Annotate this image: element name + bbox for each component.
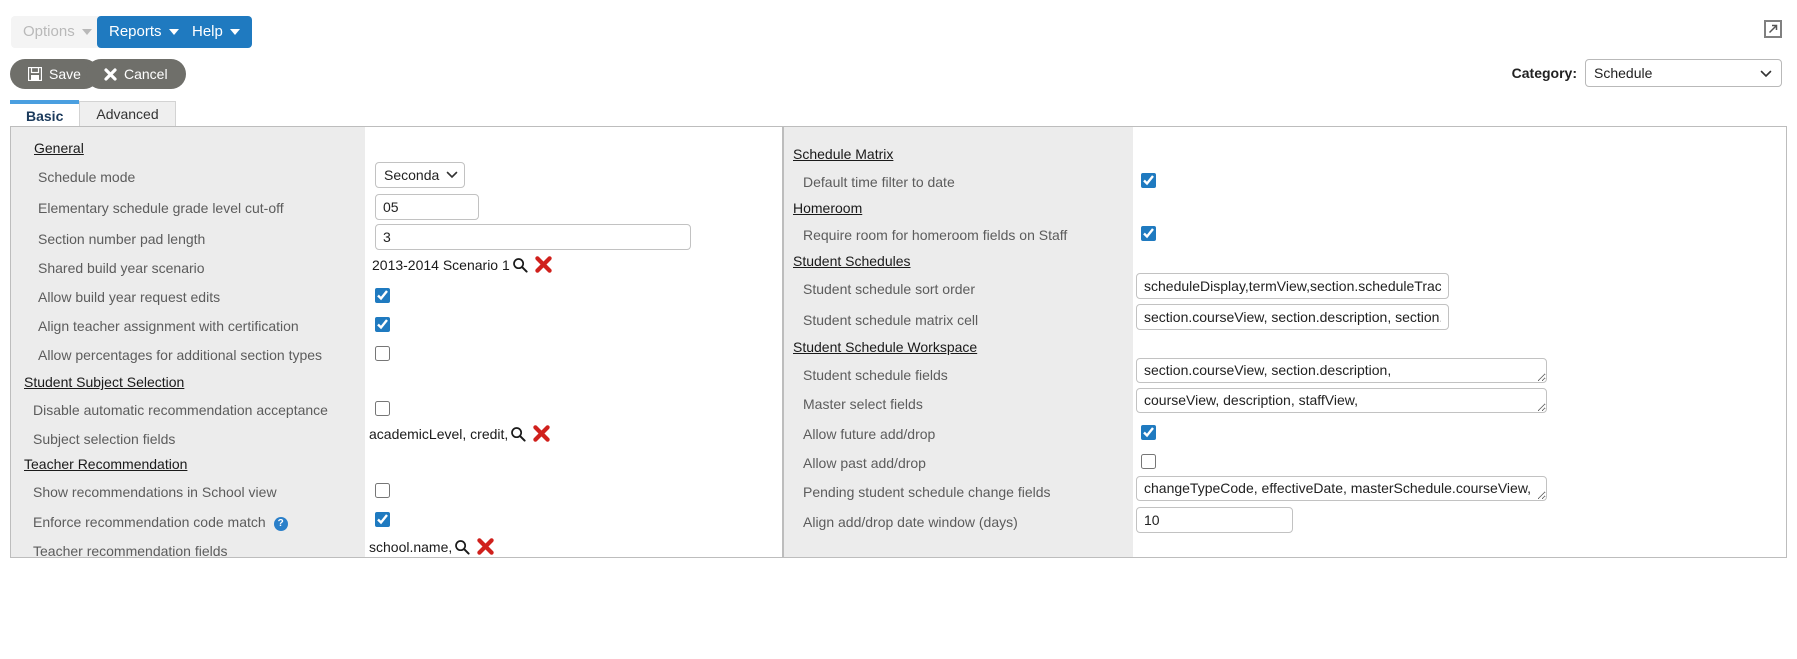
- row-label-align-teacher-assignment: Align teacher assignment with certificat…: [38, 318, 299, 334]
- schedule-mode-select[interactable]: Secondary: [375, 162, 465, 188]
- chevron-down-icon: [168, 29, 179, 35]
- options-menu-button[interactable]: Options: [11, 16, 104, 48]
- remove-x-icon[interactable]: [534, 255, 553, 274]
- help-menu-button[interactable]: Help: [180, 16, 252, 48]
- align-teacher-assignment-checkbox[interactable]: [375, 317, 390, 332]
- tab-advanced[interactable]: Advanced: [79, 101, 176, 126]
- subject-selection-fields-value: academicLevel, credit,: [369, 425, 509, 442]
- category-select[interactable]: Schedule: [1585, 59, 1782, 87]
- row-label-align-add-drop-date-window: Align add/drop date window (days): [803, 514, 1018, 530]
- category-control: Category: Schedule: [1512, 59, 1782, 87]
- close-x-icon: [104, 67, 117, 81]
- enforce-recommendation-code-match-checkbox[interactable]: [375, 512, 390, 527]
- section-header-student-subject-selection: Student Subject Selection: [24, 374, 185, 390]
- show-recommendations-school-view-checkbox[interactable]: [375, 483, 390, 498]
- pending-student-schedule-change-fields-textarea[interactable]: changeTypeCode, effectiveDate, masterSch…: [1136, 476, 1547, 501]
- right-labels-column: Schedule Matrix Default time filter to d…: [783, 127, 1133, 557]
- allow-build-year-request-edits-checkbox[interactable]: [375, 288, 390, 303]
- row-label-pending-student-schedule-change: Pending student schedule change fields: [803, 484, 1051, 500]
- require-room-homeroom-checkbox[interactable]: [1141, 226, 1156, 241]
- settings-page: Options Reports Help Save Cancel Categor…: [0, 0, 1797, 659]
- row-label-elementary-grade-cutoff: Elementary schedule grade level cut-off: [38, 200, 284, 216]
- section-header-general: General: [34, 140, 84, 156]
- teacher-recommendation-fields-value: school.name,: [369, 538, 453, 555]
- enforce-recommendation-code-match-text: Enforce recommendation code match: [33, 514, 266, 530]
- subject-selection-fields-picker: academicLevel, credit,: [369, 424, 551, 443]
- right-values-column: section.courseView, section.description,…: [1133, 127, 1785, 557]
- cancel-button-label: Cancel: [124, 66, 168, 82]
- section-number-pad-length-input[interactable]: [375, 224, 691, 250]
- category-label: Category:: [1511, 65, 1577, 81]
- help-menu-label: Help: [192, 23, 223, 40]
- row-label-student-schedule-sort-order: Student schedule sort order: [803, 281, 975, 297]
- search-icon[interactable]: [510, 426, 526, 442]
- row-label-enforce-recommendation-code-match: Enforce recommendation code match?: [33, 514, 288, 531]
- help-question-icon[interactable]: ?: [273, 517, 288, 531]
- schedule-mode-select-wrapper: Secondary: [375, 162, 465, 188]
- section-header-teacher-recommendation: Teacher Recommendation: [24, 456, 188, 472]
- tab-bar: Basic Advanced: [10, 100, 176, 126]
- tab-advanced-label: Advanced: [96, 106, 159, 122]
- row-label-allow-future-add-drop: Allow future add/drop: [803, 426, 936, 442]
- tab-basic[interactable]: Basic: [10, 100, 80, 126]
- student-schedule-matrix-cell-input[interactable]: [1136, 304, 1449, 330]
- section-header-student-schedule-workspace: Student Schedule Workspace: [793, 339, 978, 355]
- floppy-disk-icon: [28, 67, 42, 81]
- row-label-allow-build-year-request-edits: Allow build year request edits: [38, 289, 221, 305]
- disable-auto-recommendation-checkbox[interactable]: [375, 401, 390, 416]
- options-menu-label: Options: [23, 23, 75, 40]
- settings-panels: General Schedule mode Elementary schedul…: [10, 126, 1787, 558]
- row-label-teacher-recommendation-fields: Teacher recommendation fields: [33, 543, 228, 558]
- shared-build-year-scenario-value: 2013-2014 Scenario 1: [372, 256, 510, 273]
- allow-percentages-checkbox[interactable]: [375, 346, 390, 361]
- row-label-master-select-fields: Master select fields: [803, 396, 923, 412]
- remove-x-icon[interactable]: [476, 537, 495, 556]
- row-label-schedule-mode: Schedule mode: [38, 169, 136, 185]
- student-schedule-fields-textarea[interactable]: section.courseView, section.description,: [1136, 358, 1547, 383]
- toolbar: Options Reports Help Save Cancel Categor…: [0, 0, 1797, 95]
- row-label-student-schedule-fields: Student schedule fields: [803, 367, 948, 383]
- reports-menu-button[interactable]: Reports: [97, 16, 191, 48]
- allow-past-add-drop-checkbox[interactable]: [1141, 454, 1156, 469]
- category-select-wrapper: Schedule: [1585, 59, 1782, 87]
- chevron-down-icon: [81, 29, 92, 35]
- row-label-default-time-filter-to-date: Default time filter to date: [803, 174, 955, 190]
- shared-build-year-scenario-picker: 2013-2014 Scenario 1: [372, 255, 553, 274]
- master-select-fields-textarea[interactable]: courseView, description, staffView,: [1136, 388, 1547, 413]
- row-label-allow-past-add-drop: Allow past add/drop: [803, 455, 926, 471]
- student-schedule-sort-order-input[interactable]: [1136, 273, 1449, 299]
- left-labels-column: General Schedule mode Elementary schedul…: [11, 127, 365, 557]
- teacher-recommendation-fields-picker: school.name,: [369, 537, 495, 556]
- section-header-homeroom: Homeroom: [793, 200, 863, 216]
- elementary-grade-cutoff-input[interactable]: [375, 194, 479, 220]
- row-label-section-number-pad-length: Section number pad length: [38, 231, 206, 247]
- default-time-filter-to-date-checkbox[interactable]: [1141, 173, 1156, 188]
- reports-menu-label: Reports: [109, 23, 162, 40]
- row-label-shared-build-year-scenario: Shared build year scenario: [38, 260, 205, 276]
- align-add-drop-date-window-input[interactable]: [1136, 507, 1293, 533]
- search-icon[interactable]: [454, 539, 470, 555]
- chevron-down-icon: [229, 29, 240, 35]
- remove-x-icon[interactable]: [532, 424, 551, 443]
- save-button-label: Save: [49, 66, 81, 82]
- row-label-subject-selection-fields: Subject selection fields: [33, 431, 176, 447]
- row-label-disable-auto-recommendation: Disable automatic recommendation accepta…: [33, 402, 328, 418]
- left-values-column: Secondary 2013-2014 Scenario 1: [365, 127, 783, 557]
- section-header-schedule-matrix: Schedule Matrix: [793, 146, 894, 162]
- cancel-button[interactable]: Cancel: [86, 59, 186, 89]
- section-header-student-schedules: Student Schedules: [793, 253, 911, 269]
- row-label-show-recommendations-school-view: Show recommendations in School view: [33, 484, 277, 500]
- search-icon[interactable]: [512, 257, 528, 273]
- row-label-student-schedule-matrix-cell: Student schedule matrix cell: [803, 312, 979, 328]
- row-label-require-room-homeroom-staff: Require room for homeroom fields on Staf…: [803, 227, 1068, 243]
- tab-basic-label: Basic: [26, 108, 64, 124]
- allow-future-add-drop-checkbox[interactable]: [1141, 425, 1156, 440]
- expand-window-icon[interactable]: [1764, 20, 1782, 38]
- row-label-allow-percentages: Allow percentages for additional section…: [38, 347, 323, 363]
